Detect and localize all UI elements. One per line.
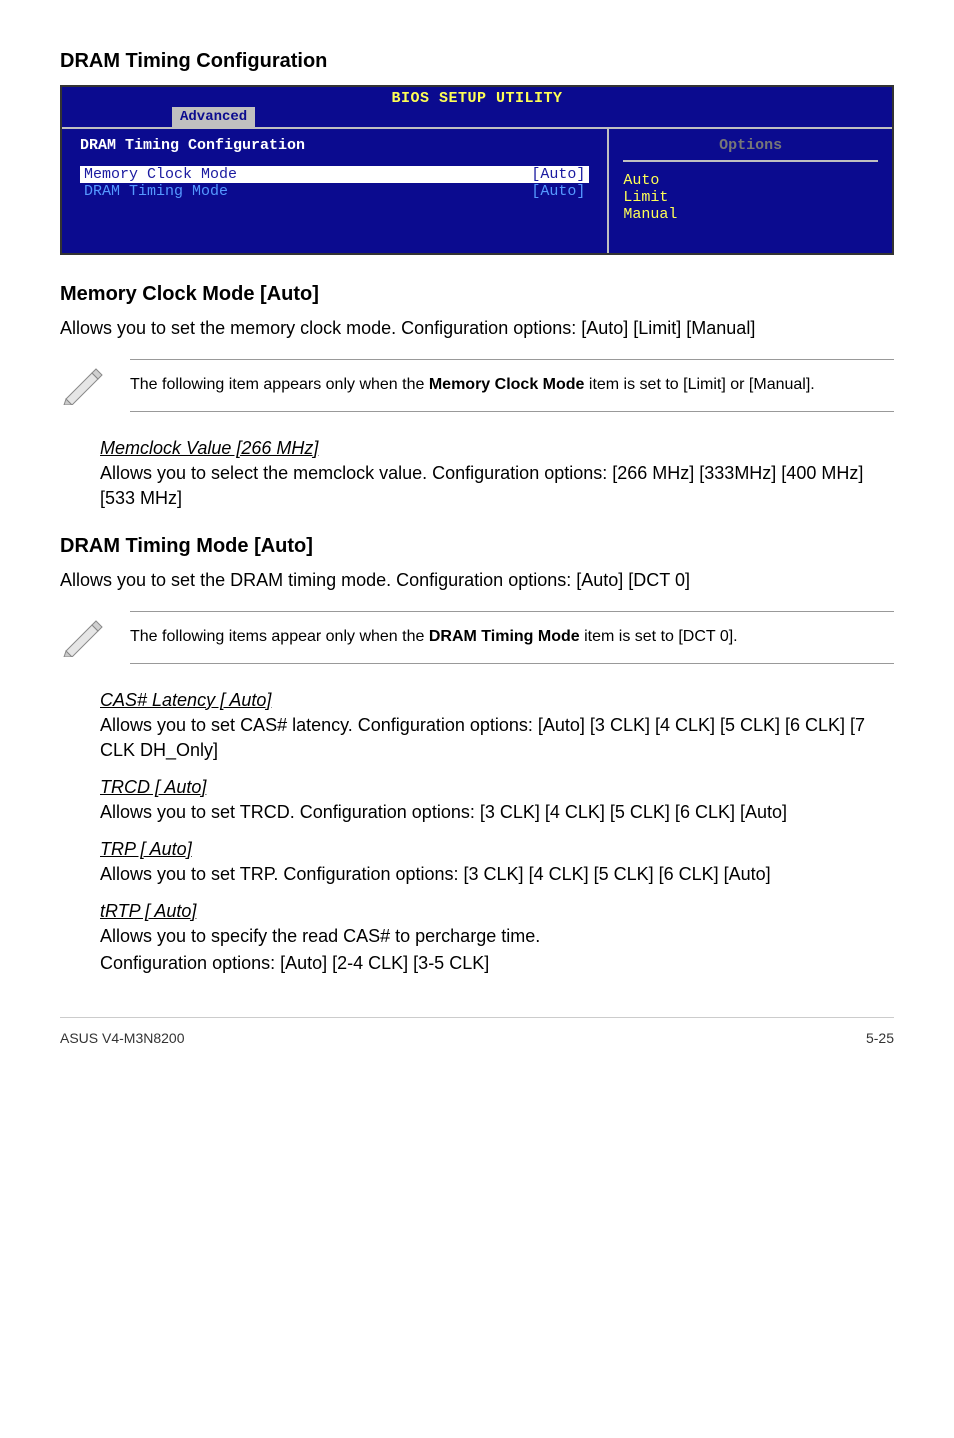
bios-row-label: Memory Clock Mode xyxy=(84,166,237,183)
memory-clock-mode-desc: Allows you to set the memory clock mode.… xyxy=(60,316,894,341)
option-limit[interactable]: Limit xyxy=(623,189,878,206)
trtp-text-1: Allows you to specify the read CAS# to p… xyxy=(100,924,894,949)
bios-right-panel: Options Auto Limit Manual xyxy=(609,129,892,253)
section-dram-timing-mode: DRAM Timing Mode [Auto] xyxy=(60,535,894,558)
pencil-icon xyxy=(60,359,130,410)
option-manual[interactable]: Manual xyxy=(623,206,878,223)
note-block-1: The following item appears only when the… xyxy=(60,359,894,411)
trp-label: TRP [ Auto] xyxy=(100,839,894,860)
trtp-text-2: Configuration options: [Auto] [2-4 CLK] … xyxy=(100,951,894,976)
memclock-value-label: Memclock Value [266 MHz] xyxy=(100,438,894,459)
pencil-icon xyxy=(60,611,130,662)
note-text-2: The following items appear only when the… xyxy=(130,611,894,663)
cas-latency-text: Allows you to set CAS# latency. Configur… xyxy=(100,713,894,763)
bios-left-panel: DRAM Timing Configuration Memory Clock M… xyxy=(62,129,609,253)
page-heading-dram-config: DRAM Timing Configuration xyxy=(60,50,894,73)
bios-body: DRAM Timing Configuration Memory Clock M… xyxy=(62,127,892,253)
bios-row-label: DRAM Timing Mode xyxy=(84,183,228,200)
bios-title: BIOS SETUP UTILITY xyxy=(62,87,892,107)
trtp-label: tRTP [ Auto] xyxy=(100,901,894,922)
trcd-text: Allows you to set TRCD. Configuration op… xyxy=(100,800,894,825)
note-block-2: The following items appear only when the… xyxy=(60,611,894,663)
bios-section-heading: DRAM Timing Configuration xyxy=(80,137,589,154)
bios-row-value: [Auto] xyxy=(531,166,585,183)
footer-right: 5-25 xyxy=(866,1030,894,1046)
page-footer: ASUS V4-M3N8200 5-25 xyxy=(60,1017,894,1046)
tab-advanced[interactable]: Advanced xyxy=(172,107,255,127)
note-text-1: The following item appears only when the… xyxy=(130,359,894,411)
dram-timing-mode-desc: Allows you to set the DRAM timing mode. … xyxy=(60,568,894,593)
option-auto[interactable]: Auto xyxy=(623,172,878,189)
bios-row-value: [Auto] xyxy=(531,183,585,200)
bios-screen: BIOS SETUP UTILITY Advanced DRAM Timing … xyxy=(60,85,894,255)
footer-left: ASUS V4-M3N8200 xyxy=(60,1030,185,1046)
section-memory-clock-mode: Memory Clock Mode [Auto] xyxy=(60,283,894,306)
trcd-label: TRCD [ Auto] xyxy=(100,777,894,798)
bios-row[interactable]: DRAM Timing Mode [Auto] xyxy=(80,183,589,200)
trp-text: Allows you to set TRP. Configuration opt… xyxy=(100,862,894,887)
bios-row-selected[interactable]: Memory Clock Mode [Auto] xyxy=(80,166,589,183)
options-header: Options xyxy=(623,137,878,162)
cas-latency-label: CAS# Latency [ Auto] xyxy=(100,690,894,711)
memclock-value-text: Allows you to select the memclock value.… xyxy=(100,461,894,511)
